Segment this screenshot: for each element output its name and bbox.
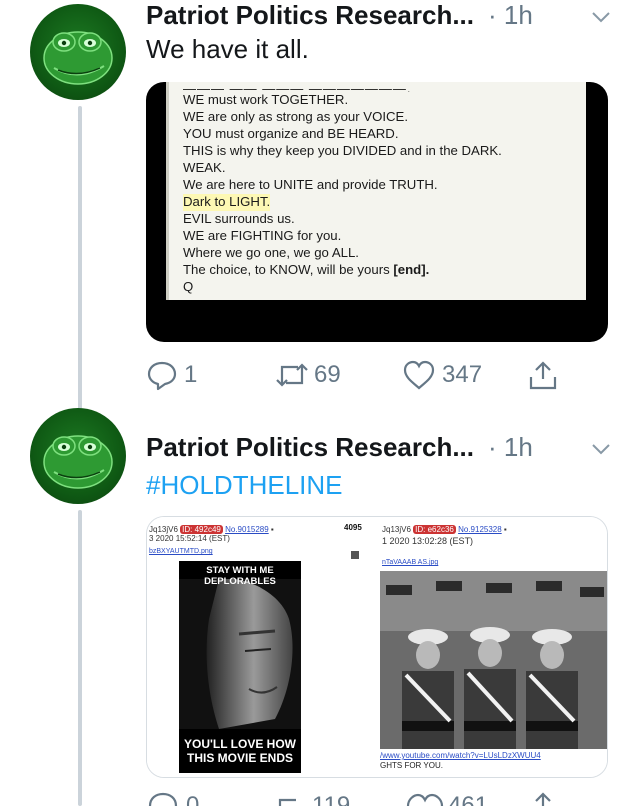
tweet-media-image[interactable]: ——— —— ——— ———————. WE must work TOGETHE… (146, 82, 608, 342)
q-line: Where we go one, we go ALL. (183, 245, 359, 261)
post-date: 1 2020 13:02:28 (EST) (382, 536, 474, 546)
poster-top-text: STAY WITH ME DEPLORABLES (204, 565, 276, 587)
soldiers-image (380, 571, 607, 749)
poster-bottom-text: YOU'LL LOVE HOW THIS MOVIE ENDS (184, 737, 296, 765)
q-line: EVIL surrounds us. (183, 211, 295, 227)
thread-line (78, 106, 82, 428)
author-name[interactable]: Patriot Politics Research... (146, 432, 474, 463)
tweet-header: Patriot Politics Research... · 1h (146, 0, 616, 31)
retweet-button[interactable]: 69 (274, 359, 341, 391)
like-icon (403, 360, 435, 390)
thread-line (78, 510, 82, 806)
q-line-highlighted: Dark to LIGHT. (183, 194, 271, 212)
hashtag-link[interactable]: #HOLDTHELINE (146, 470, 343, 500)
timestamp[interactable]: · 1h (488, 0, 533, 31)
tweet-header: Patriot Politics Research... · 1h (146, 432, 616, 463)
reply-count: 1 (184, 361, 198, 388)
frog-avatar-image (43, 31, 113, 85)
youtube-link: /www.youtube.com/watch?v=LUsLDzXWUU4 GHT… (380, 751, 541, 770)
q-line: WEAK. (183, 159, 226, 175)
chevron-down-icon[interactable] (590, 6, 612, 28)
poster-image: STAY WITH ME DEPLORABLES YOU'LL LOVE HOW… (179, 561, 301, 773)
q-post-screenshot: ——— —— ——— ———————. WE must work TOGETHE… (166, 82, 586, 300)
post-count: 4095 (344, 523, 362, 532)
q-line: WE are FIGHTING for you. (183, 228, 342, 244)
timestamp[interactable]: · 1h (488, 432, 533, 463)
like-count: 347 (442, 361, 483, 388)
left-image-panel: Jq13jV6 ID: 492c49 No.9015289 ▪ 3 2020 1… (147, 517, 378, 777)
q-line: We are here to UNITE and provide TRUTH. (183, 176, 438, 192)
like-count: 461 (448, 792, 489, 806)
retweet-count: 119 (312, 792, 351, 806)
frog-avatar-image (43, 435, 113, 489)
q-line: Q (183, 279, 194, 295)
post-date: 3 2020 15:52:14 (EST) (149, 534, 230, 543)
share-icon (529, 361, 557, 390)
action-icons-cut (148, 792, 551, 806)
post-filename: bzBXYAUTMTD.png (149, 548, 213, 555)
retweet-count: 69 (314, 361, 341, 388)
author-name[interactable]: Patriot Politics Research... (146, 0, 474, 31)
chevron-down-icon[interactable] (590, 438, 612, 460)
q-line: WE are only as strong as your VOICE. (183, 108, 409, 124)
share-button[interactable] (528, 359, 558, 391)
reply-icon (147, 361, 177, 391)
tweet-actions-partial: 0 119 461 (146, 790, 576, 806)
soldiers-photo (380, 571, 607, 749)
post-header: Jq13jV6 ID: e62c36 No.9125328 ▪ (382, 525, 507, 534)
q-line: The choice, to KNOW, will be yours [end]… (183, 262, 430, 278)
tweet-text: #HOLDTHELINE (146, 470, 343, 501)
tweet-media-image[interactable]: Jq13jV6 ID: 492c49 No.9015289 ▪ 3 2020 1… (146, 516, 608, 778)
tweet-text: We have it all. (146, 34, 309, 64)
avatar[interactable] (30, 408, 126, 504)
q-line: THIS is why they keep you DIVIDED and in… (183, 142, 502, 158)
portrait-image (179, 579, 301, 729)
like-button[interactable]: 347 (402, 359, 482, 391)
post-filename: nTaVAAAB AS.jpg (382, 559, 439, 566)
reply-count: 0 (186, 792, 200, 806)
tweet-actions: 1 69 347 (146, 358, 576, 392)
q-line: YOU must organize and BE HEARD. (183, 125, 399, 141)
reply-button[interactable]: 1 (146, 359, 197, 391)
retweet-icon (276, 363, 308, 387)
q-line: WE must work TOGETHER. (183, 92, 349, 107)
avatar[interactable] (30, 4, 126, 100)
right-image-panel: Jq13jV6 ID: e62c36 No.9125328 ▪ 1 2020 1… (380, 517, 607, 777)
expand-icon (351, 551, 359, 559)
